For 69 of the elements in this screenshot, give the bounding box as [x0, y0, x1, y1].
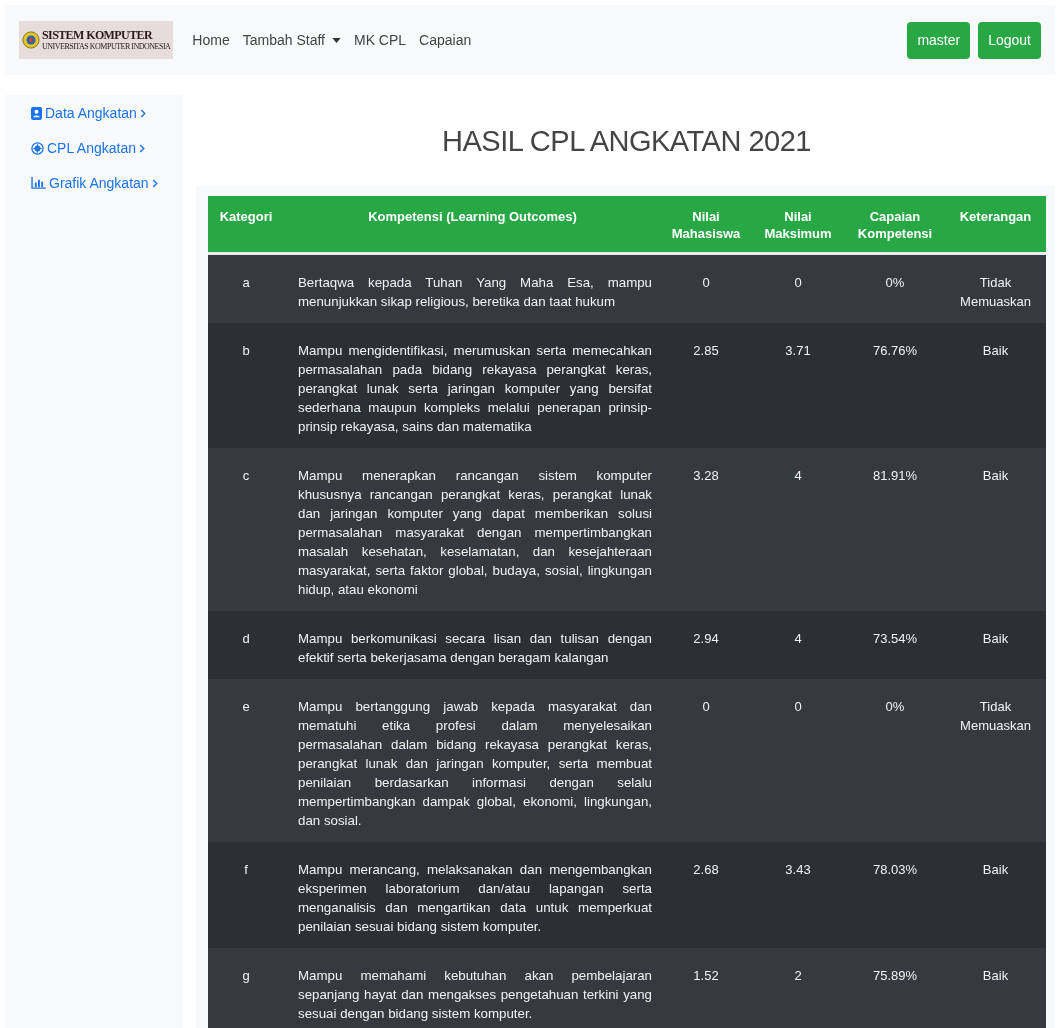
table-cell: 2.85	[693, 343, 719, 358]
table-cell: 0	[794, 699, 802, 714]
table-cell-text: Mampu bertanggung jawab kepada masyarakat dan mematuhi etika profesi dalam menyelesaikan permasalahan dalam bidang rekayasa perangkat keras, perangkat lunak dan jaringan komputer, serta membuat penilaian berdasarkan informasi dengan selalu mempertimbangkan dampak global, ekonomi, lingkungan, dan sosial.	[297, 698, 652, 830]
table-cell: 2.68	[693, 862, 719, 877]
table-cell: 3.71	[785, 343, 811, 358]
table-cell-text: Mampu memahami kebutuhan akan pembelajaran sepanjang hayat dan mengakses pengetahuan terkini yang sesuai dengan bidang sistem komputer.	[297, 967, 652, 1023]
table-cell: Baik	[982, 468, 1009, 483]
table-cell: 1.52	[693, 968, 719, 983]
table-cell: f	[244, 862, 248, 877]
column-header: Capaian Kompetensi	[845, 196, 945, 254]
table-cell: g	[242, 968, 250, 983]
table-cell: Baik	[982, 343, 1009, 358]
contact-icon	[31, 106, 42, 120]
column-header: Nilai Mahasiswa	[661, 196, 751, 254]
nav-link[interactable]: Capaian	[419, 32, 472, 48]
chevron-icon	[139, 108, 146, 118]
column-header: Keterangan	[945, 196, 1046, 254]
table-cell: 4	[794, 468, 802, 483]
table-cell: Baik	[982, 968, 1009, 983]
table-cell: Tidak Memuaskan	[960, 699, 1031, 733]
sidebar-label: Data Angkatan	[45, 105, 137, 121]
table-cell: Baik	[982, 862, 1009, 877]
table-cell: 75.89%	[872, 968, 918, 983]
table-cell: 3.43	[785, 862, 811, 877]
logo[interactable]: SISTEM KOMPUTER UNIVERSITAS KOMPUTER INDONESIA	[19, 21, 174, 59]
table-cell: 0%	[885, 699, 905, 714]
table-cell: 0	[794, 275, 802, 290]
gear-icon	[31, 141, 44, 155]
table-cell: d	[242, 631, 250, 646]
table-cell: a	[242, 275, 250, 290]
table-cell: 0	[702, 699, 710, 714]
column-header: Kategori	[208, 196, 284, 254]
table-cell-text: Mampu menerapkan rancangan sistem komputer khususnya rancangan perangkat keras, perangkat lunak dan jaringan komputer yang dapat memberikan solusi permasalahan masyarakat dengan mempertimbangkan masalah kesehatan, keselamatan, dan kesejahteraan masyarakat, serta faktor global, budaya, sosial, lingkungan hidup, atau ekonomi	[297, 467, 652, 599]
table-cell: 4	[794, 631, 802, 646]
table-cell: 3.28	[693, 468, 719, 483]
nav-link[interactable]: MK CPL	[353, 32, 407, 48]
table-cell: 76.76%	[872, 343, 918, 358]
table-cell: 81.91%	[872, 468, 918, 483]
logo-subtitle: UNIVERSITAS KOMPUTER INDONESIA	[42, 43, 171, 51]
table-cell: e	[242, 699, 250, 714]
table-cell-text: Mampu mengidentifikasi, merumuskan serta memecahkan permasalahan pada bidang rekayasa perangkat keras, perangkat lunak serta jaringan komputer yang bersifat sederhana maupun kompleks melalui penerapan prinsip-prinsip rekayasa, sains dan matematika	[297, 342, 652, 436]
table-cell: 2.94	[693, 631, 719, 646]
table-cell: 0	[702, 275, 710, 290]
chevron-icon	[151, 178, 158, 188]
column-header: Nilai Maksimum	[751, 196, 845, 254]
logo-title: SISTEM KOMPUTER	[42, 29, 154, 41]
page-title: HASIL CPL ANGKATAN 2021	[441, 125, 812, 158]
emblem-icon	[22, 31, 40, 49]
nav-link[interactable]: Home	[192, 32, 230, 48]
table-cell: Tidak Memuaskan	[960, 275, 1031, 309]
table-cell-text: Mampu merancang, melaksanakan dan mengembangkan eksperimen laboratorium dan/atau lapangan serta menganalisis dan mengartikan data untuk memperkuat penilaian sesuai bidang sistem komputer.	[297, 861, 652, 936]
table-cell: 78.03%	[872, 862, 918, 877]
table-cell-text: Bertaqwa kepada Tuhan Yang Maha Esa, mampu menunjukkan sikap religious, beretika dan taat hukum	[297, 274, 652, 311]
table-cell: Baik	[982, 631, 1009, 646]
table-cell: 2	[794, 968, 802, 983]
sidebar-label: CPL Angkatan	[47, 140, 136, 156]
table-cell: b	[242, 343, 250, 358]
sidebar-link[interactable]: CPL Angkatan	[31, 140, 183, 156]
table-cell: 0%	[885, 275, 905, 290]
sidebar-link[interactable]: Data Angkatan	[31, 105, 183, 121]
table-cell: 73.54%	[872, 631, 918, 646]
nav-link[interactable]: Tambah Staff	[242, 32, 341, 48]
table-cell-text: Mampu berkomunikasi secara lisan dan tulisan dengan efektif serta bekerjasama dengan beragam kalangan	[297, 630, 652, 667]
table-cell: c	[242, 468, 250, 483]
bar-chart-icon	[31, 177, 46, 189]
sidebar-label: Grafik Angkatan	[49, 175, 149, 191]
column-header: Kompetensi (Learning Outcomes)	[284, 196, 661, 254]
chevron-icon	[139, 143, 145, 153]
sidebar-link[interactable]: Grafik Angkatan	[31, 175, 183, 191]
